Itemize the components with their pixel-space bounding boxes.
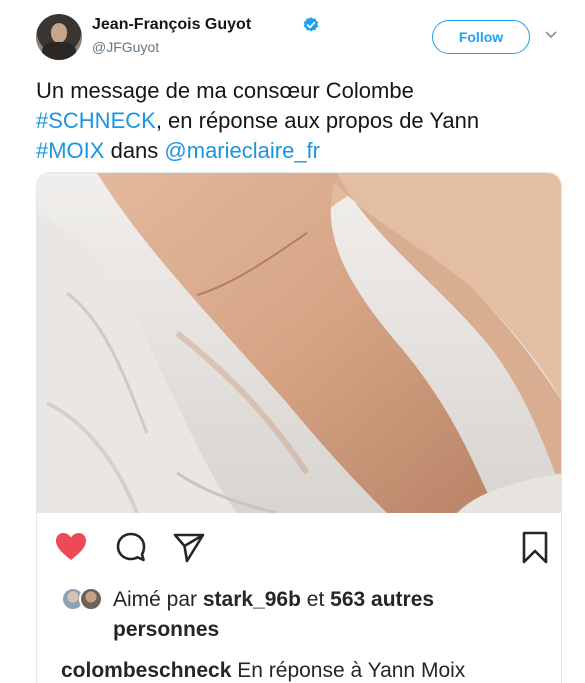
comment-icon[interactable] — [113, 529, 149, 565]
hashtag-schneck[interactable]: #SCHNECK — [36, 108, 156, 133]
chevron-down-icon[interactable] — [544, 28, 558, 42]
verified-badge-icon — [303, 17, 319, 32]
bookmark-icon[interactable] — [517, 529, 553, 565]
mention-marieclaire[interactable]: @marieclaire_fr — [164, 138, 320, 163]
tweet-text-line2: , en réponse aux propos de Yann — [155, 108, 480, 133]
caption: colombeschneck En réponse à Yann Moix — [61, 659, 561, 683]
caption-username[interactable]: colombeschneck — [61, 659, 231, 682]
likes-count[interactable]: 563 autres — [330, 588, 434, 611]
likes-suffix[interactable]: personnes — [113, 618, 219, 641]
likes-et: et — [306, 588, 325, 611]
hashtag-moix[interactable]: #MOIX — [36, 138, 104, 163]
tweet-text: Un message de ma consœur Colombe #SCHNEC… — [36, 76, 566, 166]
author-handle[interactable]: @JFGuyot — [92, 39, 159, 55]
liker-avatars[interactable] — [61, 587, 105, 611]
caption-text: En réponse à Yann Moix — [237, 659, 466, 682]
share-icon[interactable] — [171, 529, 207, 565]
liker-username[interactable]: stark_96b — [203, 588, 301, 611]
tweet-text-line1: Un message de ma consœur Colombe — [36, 78, 414, 103]
heart-filled-icon[interactable] — [53, 529, 89, 565]
instagram-embed-card[interactable]: Aimé par stark_96b et 563 autres personn… — [36, 172, 562, 683]
tweet-text-dans: dans — [104, 138, 165, 163]
post-photo[interactable] — [37, 173, 561, 513]
author-name[interactable]: Jean-François Guyot — [92, 16, 251, 34]
follow-button[interactable]: Follow — [432, 20, 530, 54]
likes-prefix: Aimé par — [113, 588, 198, 611]
likes-text: Aimé par stark_96b et 563 autres personn… — [113, 585, 553, 645]
instagram-actions — [37, 513, 561, 583]
tweet-header: Jean-François Guyot @JFGuyot Follow — [36, 12, 566, 62]
author-avatar[interactable] — [36, 14, 82, 60]
